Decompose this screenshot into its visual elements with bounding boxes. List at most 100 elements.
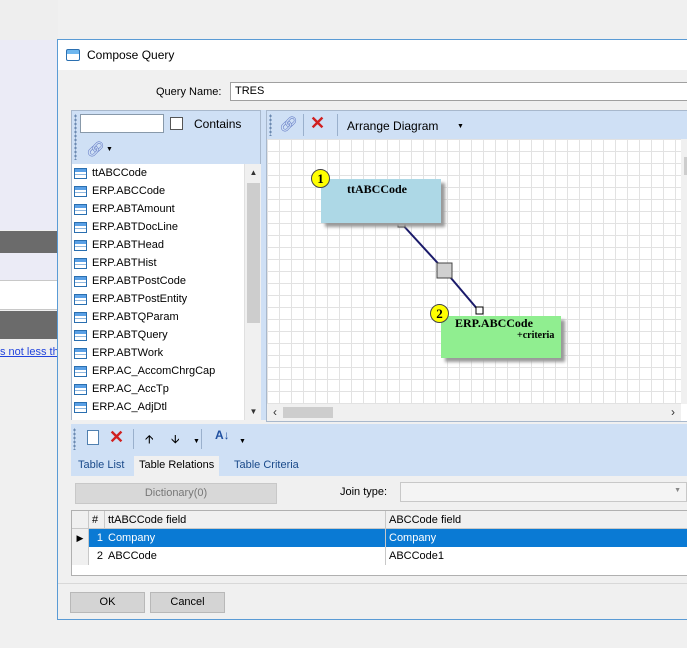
node-title: ttABCCode: [347, 182, 407, 196]
table-list: ttABCCode ERP.ABCCode ERP.ABTAmount ERP.ABT…: [72, 164, 244, 420]
table-list-item[interactable]: ERP.ABTDocLine: [72, 218, 244, 236]
grid-header: # ttABCCode field ABCCode field: [72, 511, 687, 529]
scroll-up-icon[interactable]: ⌃: [681, 139, 687, 155]
table-icon: [74, 401, 87, 413]
table-list-toolbar: Contains 🔗︎ ▼: [72, 111, 260, 164]
tab-table-relations[interactable]: Table Relations: [134, 456, 220, 477]
dialog-titlebar: Compose Query: [58, 40, 687, 70]
diagram-node-erp-abccode[interactable]: ERP.ABCCode +criteria: [441, 316, 561, 358]
table-icon: [74, 203, 87, 215]
column-header-abccode-field[interactable]: ABCCode field: [386, 511, 686, 529]
table-list-item-label: ttABCCode: [92, 167, 148, 179]
chevron-down-icon[interactable]: ▼: [193, 438, 200, 445]
row-indicator[interactable]: [72, 547, 89, 565]
table-list-item[interactable]: ERP.ABTHead: [72, 236, 244, 254]
table-list-scrollbar[interactable]: ▲ ▼: [244, 164, 261, 420]
move-up-icon[interactable]: 🡩: [145, 430, 154, 451]
dictionary-button[interactable]: Dictionary(0): [75, 483, 277, 504]
table-icon: [74, 365, 87, 377]
toolbar-separator: [133, 429, 134, 449]
table-list-item[interactable]: ERP.AC_AdjDtl: [72, 398, 244, 416]
table-list-item[interactable]: ERP.ABTHist: [72, 254, 244, 272]
diagram-toolbar: 🔗︎ ✕ Arrange Diagram ▼: [267, 111, 687, 139]
ttabccode-field-cell[interactable]: ABCCode: [105, 547, 385, 565]
new-document-icon[interactable]: [87, 430, 99, 445]
diagram-vertical-scrollbar[interactable]: ⌃ ⌄: [681, 139, 687, 404]
arrange-diagram-button[interactable]: Arrange Diagram: [347, 119, 438, 133]
chevron-down-icon: ▼: [106, 146, 113, 153]
cancel-button[interactable]: Cancel: [150, 592, 225, 613]
scroll-down-icon[interactable]: ⌄: [681, 388, 687, 404]
table-list-item[interactable]: ERP.ABTWork: [72, 344, 244, 362]
table-icon: [74, 185, 87, 197]
background-strip: [0, 0, 58, 40]
diagram-node-ttabccode[interactable]: ttABCCode: [321, 179, 441, 223]
move-down-icon[interactable]: 🡫: [171, 430, 180, 451]
link-icon[interactable]: 🔗︎: [279, 115, 298, 133]
table-list-item[interactable]: ERP.AC_AccTp: [72, 380, 244, 398]
table-icon: [74, 293, 87, 305]
grid-corner: [72, 511, 89, 529]
table-list-item-label: ERP.ABTDocLine: [92, 221, 179, 233]
scrollbar-thumb[interactable]: [283, 407, 333, 418]
scroll-up-icon[interactable]: ▲: [245, 164, 262, 181]
table-list-item[interactable]: ERP.ABTAmount: [72, 200, 244, 218]
scroll-left-icon[interactable]: ‹: [267, 404, 283, 421]
abccode-field-cell[interactable]: Company: [386, 529, 686, 547]
window-icon: [66, 49, 80, 61]
chevron-down-icon[interactable]: ▼: [457, 123, 464, 130]
table-search-input[interactable]: [80, 114, 164, 133]
table-list-item[interactable]: ERP.AC_AccomChrgCap: [72, 362, 244, 380]
toolbar-grip[interactable]: [269, 114, 272, 136]
query-name-input[interactable]: TRES: [230, 82, 687, 101]
scrollbar-thumb[interactable]: [247, 183, 260, 323]
table-icon: [74, 221, 87, 233]
sort-az-icon[interactable]: A↓: [215, 428, 230, 442]
scroll-right-icon[interactable]: ›: [665, 404, 681, 421]
chevron-down-icon: ▼: [674, 487, 681, 494]
table-icon: [74, 311, 87, 323]
table-icon: [74, 329, 87, 341]
background-link[interactable]: s not less th: [0, 346, 58, 358]
contains-label: Contains: [194, 117, 242, 131]
delete-icon[interactable]: ✕: [109, 427, 124, 448]
toolbar-separator: [337, 114, 338, 136]
table-icon: [74, 257, 87, 269]
table-icon: [74, 275, 87, 287]
table-icon: [74, 347, 87, 359]
table-row[interactable]: ▶ 1 Company Company: [72, 529, 687, 547]
ttabccode-field-cell[interactable]: Company: [105, 529, 385, 547]
table-list-item[interactable]: ERP.ABTQuery: [72, 326, 244, 344]
toolbar-grip[interactable]: [73, 428, 76, 450]
column-header-ttabccode-field[interactable]: ttABCCode field: [105, 511, 386, 529]
query-name-label: Query Name:: [156, 86, 222, 98]
table-row[interactable]: 2 ABCCode ABCCode1: [72, 547, 687, 565]
chevron-down-icon[interactable]: ▼: [239, 438, 246, 445]
row-pointer-icon[interactable]: ▶: [72, 529, 89, 547]
table-list-item-label: ERP.AC_AccTp: [92, 383, 169, 395]
table-list-item[interactable]: ERP.ABTPostEntity: [72, 290, 244, 308]
table-list-item[interactable]: ttABCCode: [72, 164, 244, 182]
column-header-number[interactable]: #: [89, 511, 105, 529]
background-panel: [0, 40, 58, 230]
table-list-item[interactable]: ERP.ABTQParam: [72, 308, 244, 326]
link-dropdown-button[interactable]: 🔗︎ ▼: [86, 140, 116, 160]
diagram-horizontal-scrollbar[interactable]: ‹ ›: [267, 404, 681, 421]
delete-icon[interactable]: ✕: [310, 113, 325, 134]
table-list-item[interactable]: ERP.ABTPostCode: [72, 272, 244, 290]
tab-table-list[interactable]: Table List: [73, 456, 129, 476]
contains-checkbox[interactable]: [170, 117, 183, 130]
toolbar-separator: [201, 429, 202, 449]
toolbar-grip[interactable]: [74, 114, 77, 160]
abccode-field-cell[interactable]: ABCCode1: [386, 547, 686, 565]
join-type-select[interactable]: ▼: [400, 482, 687, 502]
ok-button[interactable]: OK: [70, 592, 145, 613]
tab-table-criteria[interactable]: Table Criteria: [229, 456, 304, 476]
table-list-item[interactable]: ERP.ABCCode: [72, 182, 244, 200]
compose-query-dialog: Compose Query Query Name: TRES Contains …: [57, 39, 687, 620]
bottom-toolbar: ✕ 🡩 🡫 ▼ A↓ ▼ Table List Table Relations …: [71, 424, 687, 477]
background-header-bar: [0, 231, 58, 253]
diagram-canvas[interactable]: ttABCCode 1 ERP.ABCCode +criteria 2: [267, 139, 681, 404]
scroll-down-icon[interactable]: ▼: [245, 403, 262, 420]
background-panel: [0, 253, 58, 280]
